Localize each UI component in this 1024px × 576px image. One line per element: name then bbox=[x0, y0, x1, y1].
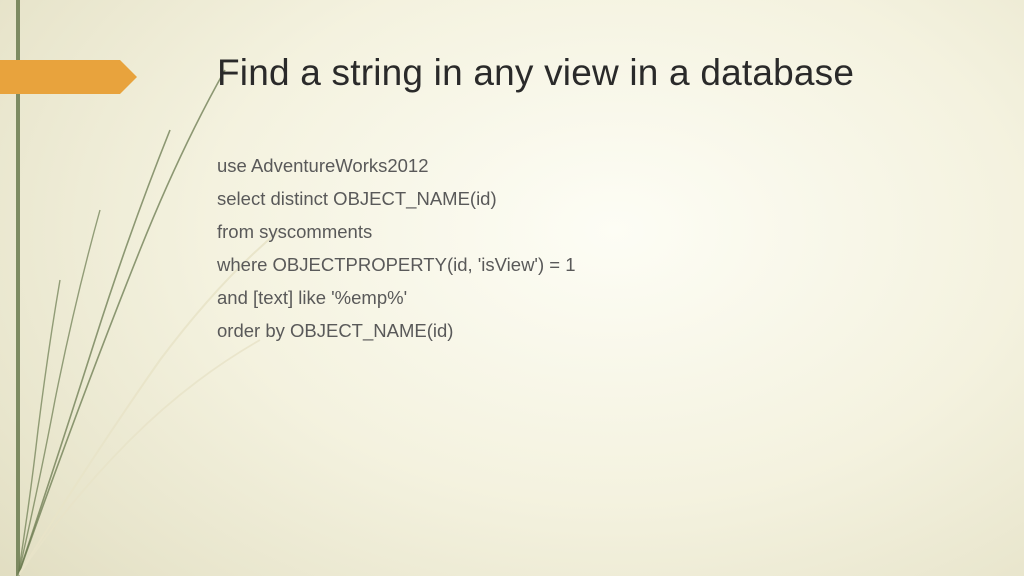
code-line: select distinct OBJECT_NAME(id) bbox=[217, 183, 576, 216]
code-line: use AdventureWorks2012 bbox=[217, 150, 576, 183]
code-line: where OBJECTPROPERTY(id, 'isView') = 1 bbox=[217, 249, 576, 282]
code-line: and [text] like '%emp%' bbox=[217, 282, 576, 315]
sql-code-block: use AdventureWorks2012 select distinct O… bbox=[217, 150, 576, 348]
slide-title: Find a string in any view in a database bbox=[217, 52, 854, 94]
code-line: order by OBJECT_NAME(id) bbox=[217, 315, 576, 348]
code-line: from syscomments bbox=[217, 216, 576, 249]
orange-arrow-banner bbox=[0, 60, 120, 94]
